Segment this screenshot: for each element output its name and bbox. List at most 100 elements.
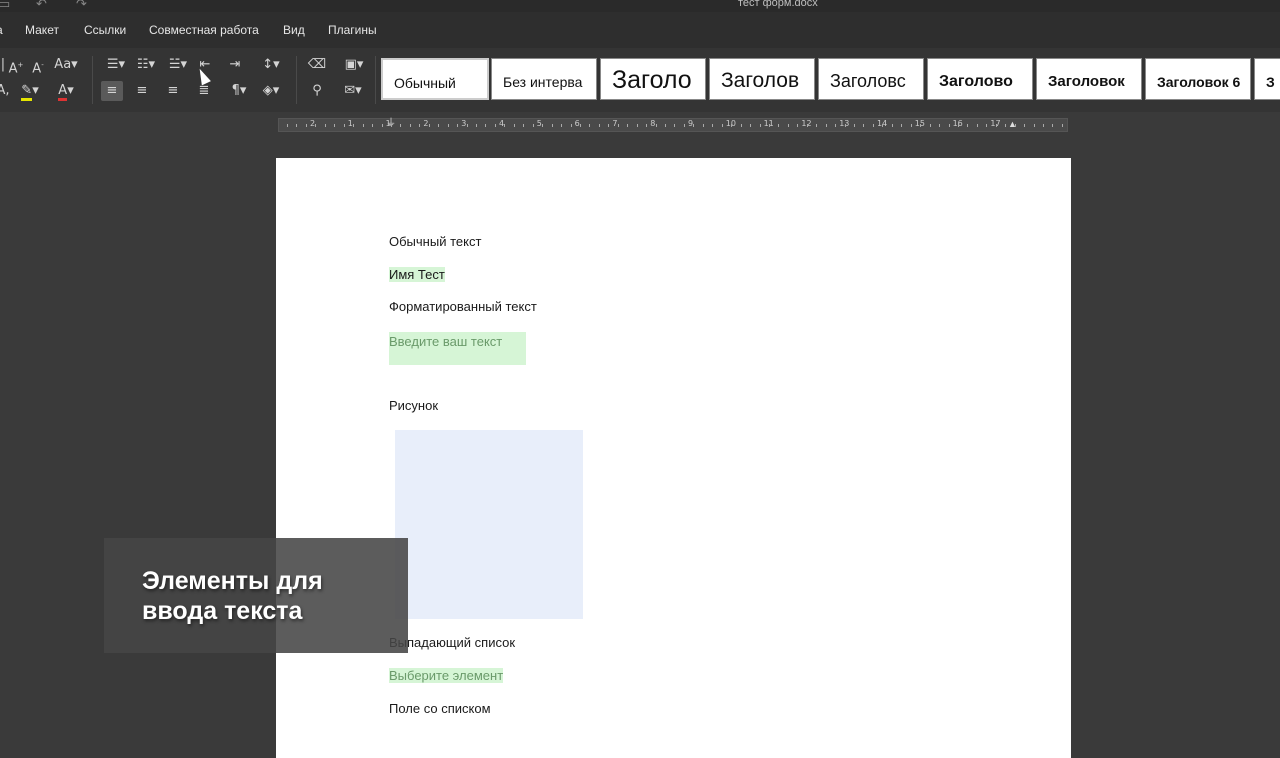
numbered-list-icon[interactable]: ☷▾ [132,55,160,75]
style-no-spacing[interactable]: Без интерва [491,58,597,100]
style-label: Заголовс [830,71,906,91]
ruler-tick [693,124,695,127]
ruler-tick [778,124,780,127]
bullet-list-icon[interactable]: ☰▾ [102,55,130,75]
ruler-tick [485,124,487,127]
document-page[interactable]: Обычный текст Имя Тест Форматированный т… [276,158,1071,758]
style-label: Заголовок 6 [1157,74,1241,90]
align-left-icon[interactable]: ≡ [101,81,123,101]
ruler-tick [995,124,997,127]
redo-icon[interactable]: ↷ [76,0,87,12]
shading-icon[interactable]: ▣▾ [340,55,368,75]
ruler-tick [986,124,988,127]
ruler-number: 4 [499,119,505,128]
decrease-font-icon[interactable]: A- [27,55,49,76]
ruler-tick [362,124,364,127]
ruler-tick [551,124,553,127]
menu-item-partial[interactable]: а [0,23,3,37]
ruler-tick [523,124,525,127]
ruler-tick [1024,124,1026,127]
ruler-number: 2 [423,119,429,128]
menu-item-layout[interactable]: Макет [25,23,59,37]
ruler-number: 2 [310,119,316,128]
mail-merge-icon[interactable]: ✉▾ [338,81,368,101]
title-bar: ▭ ↶ ↷ тест форм.docx [0,0,1280,12]
increase-indent-icon[interactable]: ⇥ [224,55,246,75]
ruler-tick [513,124,515,127]
change-case-icon[interactable]: Aa▾ [52,55,80,75]
ruler-tick [305,124,307,127]
plain-text-label: Обычный текст [389,234,482,249]
ruler-tick [901,124,903,127]
ruler-number: 6 [574,119,580,128]
caption-line-2: ввода текста [142,597,303,625]
subscript-partial-icon[interactable]: A, [0,81,14,101]
style-heading-5[interactable]: Заголовок [1036,58,1142,100]
ruler-tick [872,124,874,127]
increase-font-icon[interactable]: A+ [5,55,27,76]
style-heading-4[interactable]: Заголово [927,58,1033,100]
ruler-tick [504,124,506,127]
ruler-tick [561,124,563,127]
align-center-icon[interactable]: ≡ [131,81,153,101]
menu-item-view[interactable]: Вид [283,23,305,37]
picture-label: Рисунок [389,398,439,413]
style-heading-6[interactable]: Заголовок 6 [1145,58,1251,100]
ruler-tick [570,124,572,127]
ruler-tick [702,124,704,127]
ruler-tick [476,124,477,127]
ruler-tick [740,124,742,127]
toolbar-separator [296,56,297,104]
style-heading-2[interactable]: Заголов [709,58,815,100]
ruler-number: 8 [650,119,656,128]
line-spacing-icon[interactable]: ↕▾ [256,55,286,75]
name-text-field[interactable]: Имя Тест [389,267,445,282]
ruler-tick [665,124,666,127]
ruler-tick [674,124,676,127]
copy-style-icon[interactable]: ⚲ [306,81,328,101]
clear-style-icon[interactable]: ⌫ [306,55,328,75]
ruler-tick [854,124,855,127]
ruler-tick [750,124,752,127]
align-right-icon[interactable]: ≡ [162,81,184,101]
ruler-tick [494,124,496,127]
picture-placeholder[interactable] [395,430,583,619]
undo-icon[interactable]: ↶ [36,0,47,12]
multilevel-list-icon[interactable]: ☱▾ [164,55,192,75]
save-icon[interactable]: ▭ [0,0,10,12]
ruler-tick [882,124,884,127]
toolbar-separator [92,56,93,104]
ruler-tick [787,124,789,127]
formatted-text-field[interactable]: Введите ваш текст [389,332,526,365]
style-heading-3[interactable]: Заголовс [818,58,924,100]
menu-item-collaboration[interactable]: Совместная работа [149,23,259,37]
horizontal-ruler[interactable]: ⏚ ▲ 211234567891011121314151617 [278,118,1068,132]
ruler-tick [372,124,374,127]
dropdown-field[interactable]: Выберите элемент [389,668,504,683]
style-heading-1[interactable]: Заголо [600,58,706,100]
menu-item-references[interactable]: Ссылки [84,23,126,37]
ruler-tick [957,124,959,127]
highlight-icon[interactable]: ✎▾ [16,81,44,101]
menu-item-plugins[interactable]: Плагины [328,23,377,37]
ruler-tick [627,124,629,127]
ruler-tick [542,124,544,127]
style-label: Заголовок [1048,73,1125,90]
ruler-tick [636,124,638,127]
ruler-tick [390,124,392,127]
style-heading-7[interactable]: З [1254,58,1280,100]
fill-icon[interactable]: ◈▾ [256,81,286,101]
ruler-tick [929,124,931,127]
ruler-tick [976,124,978,127]
style-normal[interactable]: Обычный [381,58,489,100]
style-label: Без интерва [503,74,583,90]
ruler-tick [835,124,837,127]
ruler-tick [948,124,950,127]
font-color-icon[interactable]: A▾ [52,81,80,101]
ruler-tick [825,124,827,127]
style-label: З [1266,74,1275,90]
ruler-number: 9 [688,119,694,128]
combobox-label: Поле со списком [389,701,491,716]
ruler-tick [589,124,591,127]
paragraph-marks-icon[interactable]: ¶▾ [225,81,253,101]
